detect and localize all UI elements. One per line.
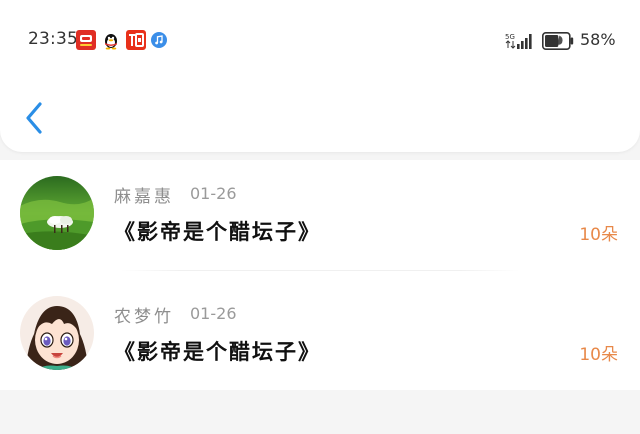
green-landscape-avatar[interactable] — [20, 176, 94, 250]
gift-date: 01-26 — [190, 304, 237, 323]
battery-icon — [542, 32, 574, 50]
pinduoduo-icon — [76, 30, 96, 50]
screen: 23:35 5G 58% 麻嘉惠 01-26 《影帝是个醋坛子》 10朵 农梦竹… — [0, 0, 640, 434]
chevron-left-icon — [26, 102, 42, 134]
signal-icon: 5G — [505, 33, 532, 49]
book-title: 《影帝是个醋坛子》 — [114, 220, 321, 244]
sender-name: 农梦竹 — [114, 307, 174, 327]
network-label: 5G — [505, 33, 515, 41]
back-button[interactable] — [18, 100, 50, 136]
list-item[interactable]: 农梦竹 01-26 《影帝是个醋坛子》 10朵 — [0, 280, 640, 395]
battery-percent: 58% — [580, 30, 616, 49]
sender-name: 麻嘉惠 — [114, 187, 174, 207]
gift-list: 麻嘉惠 01-26 《影帝是个醋坛子》 10朵 农梦竹 01-26 《影帝是个醋… — [0, 160, 640, 390]
status-time: 23:35 — [28, 29, 78, 49]
header: 23:35 5G 58% — [0, 0, 640, 152]
row-divider — [120, 270, 520, 271]
qq-icon — [105, 34, 117, 50]
taobao-icon — [126, 30, 146, 50]
music-icon — [151, 32, 167, 48]
book-title: 《影帝是个醋坛子》 — [114, 340, 321, 364]
gift-date: 01-26 — [190, 184, 237, 203]
anime-girl-avatar[interactable] — [20, 296, 94, 370]
gift-count: 10朵 — [579, 345, 618, 365]
gift-count: 10朵 — [579, 225, 618, 245]
list-item[interactable]: 麻嘉惠 01-26 《影帝是个醋坛子》 10朵 — [0, 160, 640, 275]
status-bar: 23:35 5G 58% — [0, 26, 640, 56]
